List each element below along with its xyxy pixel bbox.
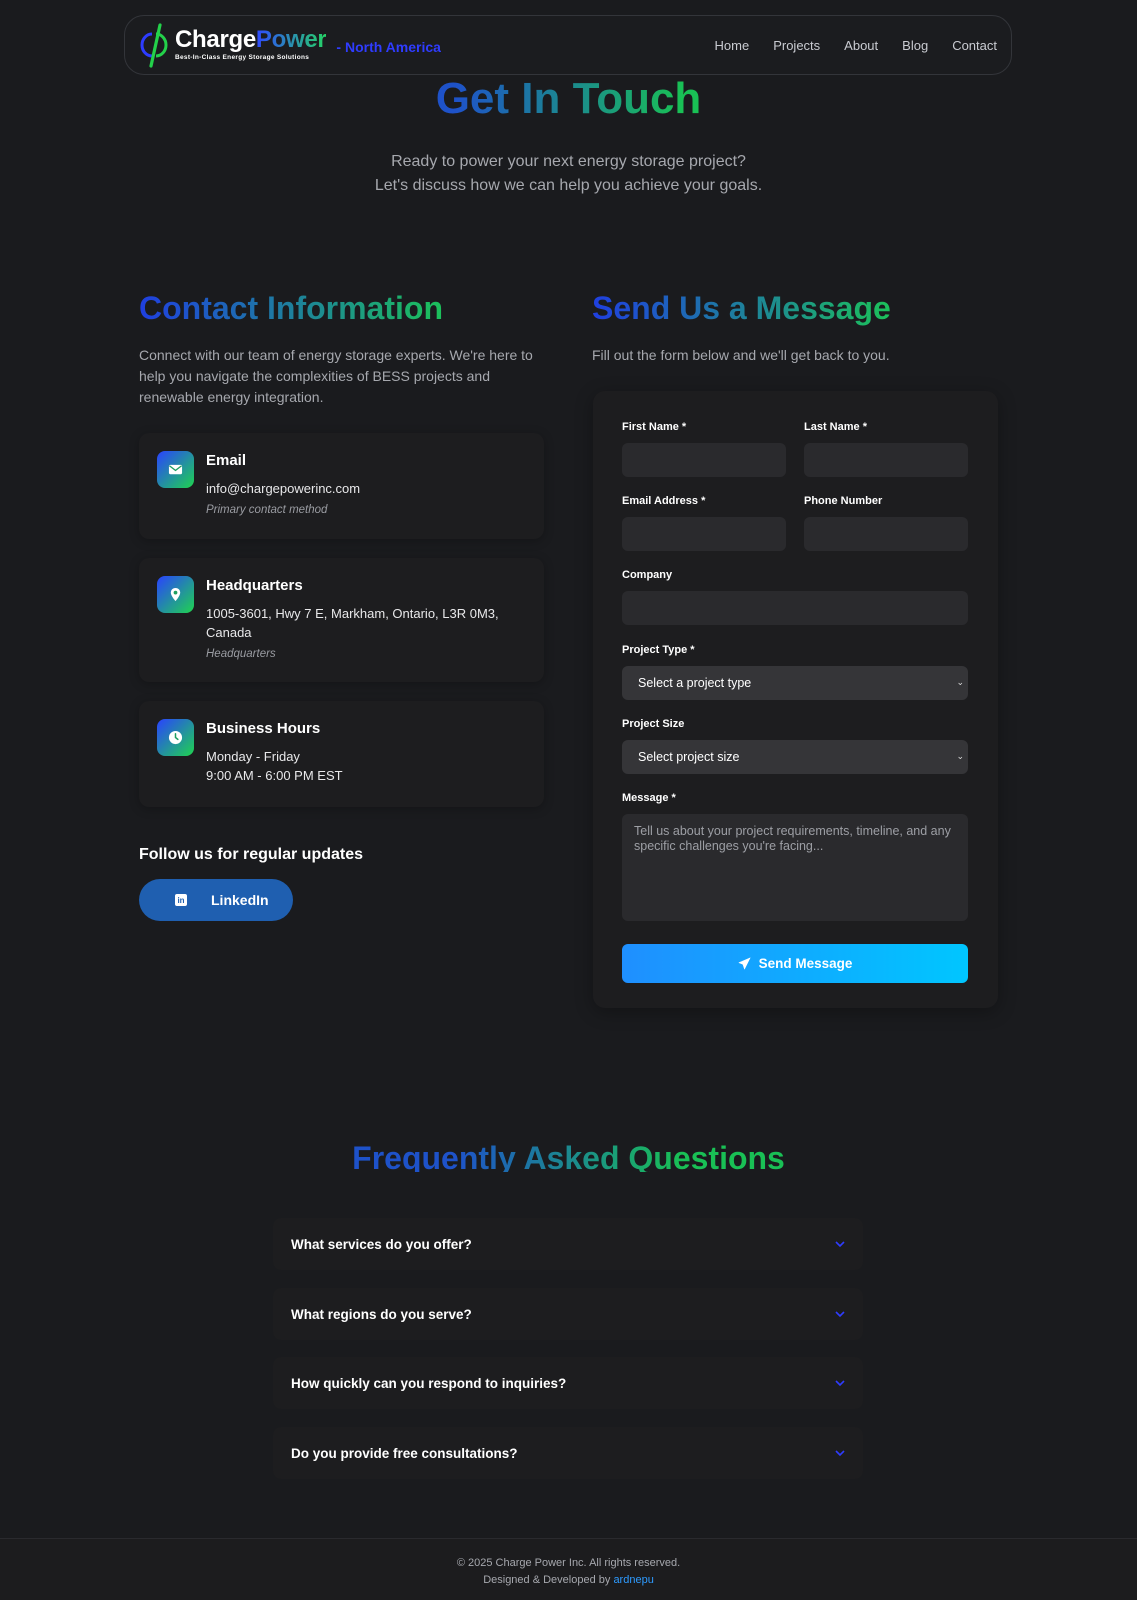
chevron-down-icon: [835, 1380, 845, 1387]
credit: Designed & Developed by ardnepu: [0, 1572, 1137, 1589]
business-hours-card: Business Hours Monday - Friday 9:00 AM -…: [139, 701, 544, 807]
nav-links: Home Projects About Blog Contact: [715, 38, 997, 53]
email-address[interactable]: info@chargepowerinc.com: [206, 479, 526, 498]
credit-prefix: Designed & Developed by: [483, 1574, 614, 1586]
faq-question: What regions do you serve?: [291, 1306, 472, 1322]
region-label: - North America: [336, 39, 441, 55]
linkedin-icon: in: [175, 894, 187, 906]
email-card-title: Email: [206, 452, 247, 469]
email-note: Primary contact method: [206, 504, 328, 516]
headquarters-address: 1005-3601, Hwy 7 E, Markham, Ontario, L3…: [206, 606, 499, 640]
project-type-select[interactable]: Select a project type ⌄: [622, 666, 968, 700]
chevron-down-icon: ⌄: [956, 751, 964, 761]
logo-word-charge: Charge: [175, 26, 256, 54]
nav-blog[interactable]: Blog: [902, 38, 928, 53]
copyright: © 2025 Charge Power Inc. All rights rese…: [456, 1557, 681, 1569]
email-input[interactable]: [622, 517, 786, 551]
faq-question: Do you provide free consultations?: [291, 1445, 518, 1461]
follow-label: Follow us for regular updates: [139, 846, 364, 863]
chevron-down-icon: [835, 1450, 845, 1457]
project-size-label: Project Size: [622, 718, 685, 730]
business-days: Monday - Friday: [206, 749, 300, 764]
first-name-label: First Name *: [622, 421, 687, 433]
faq-question: How quickly can you respond to inquiries…: [291, 1375, 567, 1391]
form-title: Send Us a Message: [592, 290, 891, 326]
headquarters-note: Headquarters: [206, 648, 276, 660]
form-description: Fill out the form below and we'll get ba…: [592, 347, 890, 363]
project-type-label: Project Type *: [622, 644, 695, 656]
first-name-input[interactable]: [622, 443, 786, 477]
nav-projects[interactable]: Projects: [773, 38, 820, 53]
email-card: Email info@chargepowerinc.com Primary co…: [139, 433, 544, 539]
faq-item[interactable]: What regions do you serve?: [273, 1288, 863, 1340]
phone-input[interactable]: [804, 517, 968, 551]
nav-about[interactable]: About: [844, 38, 878, 53]
faq-item[interactable]: Do you provide free consultations?: [273, 1427, 863, 1479]
project-size-value: Select project size: [638, 750, 740, 764]
logo-icon[interactable]: [139, 22, 169, 68]
nav-home[interactable]: Home: [715, 38, 750, 53]
business-hours-title: Business Hours: [206, 720, 321, 737]
faq-item[interactable]: How quickly can you respond to inquiries…: [273, 1357, 863, 1409]
credit-link[interactable]: ardnepu: [613, 1574, 653, 1586]
chevron-down-icon: [835, 1241, 845, 1248]
contact-form: First Name * Last Name * Email Address *…: [593, 391, 998, 1008]
linkedin-button[interactable]: in LinkedIn: [139, 879, 293, 921]
map-pin-icon: [157, 576, 194, 613]
send-message-label: Send Message: [758, 956, 853, 971]
paper-plane-icon: [738, 957, 751, 970]
hero-subtitle: Ready to power your next energy storage …: [0, 150, 1137, 198]
footer: © 2025 Charge Power Inc. All rights rese…: [0, 1538, 1137, 1600]
business-time: 9:00 AM - 6:00 PM EST: [206, 768, 343, 783]
message-label: Message *: [622, 792, 676, 804]
faq-title: Frequently Asked Questions: [0, 1140, 1137, 1172]
contact-info-description: Connect with our team of energy storage …: [139, 347, 533, 405]
last-name-label: Last Name *: [804, 421, 867, 433]
faq-item[interactable]: What services do you offer?: [273, 1218, 863, 1270]
linkedin-label: LinkedIn: [211, 892, 269, 908]
headquarters-card: Headquarters 1005-3601, Hwy 7 E, Markham…: [139, 558, 544, 682]
send-message-button[interactable]: Send Message: [622, 944, 968, 983]
chevron-down-icon: [835, 1311, 845, 1318]
contact-info-title: Contact Information: [139, 290, 443, 326]
last-name-input[interactable]: [804, 443, 968, 477]
clock-icon: [157, 719, 194, 756]
project-type-value: Select a project type: [638, 676, 752, 690]
company-input[interactable]: [622, 591, 968, 625]
company-label: Company: [622, 569, 673, 581]
chevron-down-icon: ⌄: [956, 677, 964, 687]
email-label: Email Address *: [622, 495, 706, 507]
phone-label: Phone Number: [804, 495, 883, 507]
logo-wordmark: ChargePower: [175, 26, 327, 54]
logo[interactable]: ChargePower Best-In-Class Energy Storage…: [175, 26, 327, 62]
envelope-icon: [157, 451, 194, 488]
nav-contact[interactable]: Contact: [952, 38, 997, 53]
page-title: Get In Touch: [0, 74, 1137, 124]
logo-word-power: Power: [255, 26, 327, 54]
logo-tagline: Best-In-Class Energy Storage Solutions: [175, 54, 310, 62]
faq-question: What services do you offer?: [291, 1236, 472, 1252]
hero-subtitle-line1: Ready to power your next energy storage …: [391, 153, 746, 170]
project-size-select[interactable]: Select project size ⌄: [622, 740, 968, 774]
navbar: ChargePower Best-In-Class Energy Storage…: [124, 15, 1012, 75]
hero-subtitle-line2: Let's discuss how we can help you achiev…: [374, 177, 763, 194]
message-textarea[interactable]: [622, 814, 968, 921]
headquarters-card-title: Headquarters: [206, 577, 303, 594]
